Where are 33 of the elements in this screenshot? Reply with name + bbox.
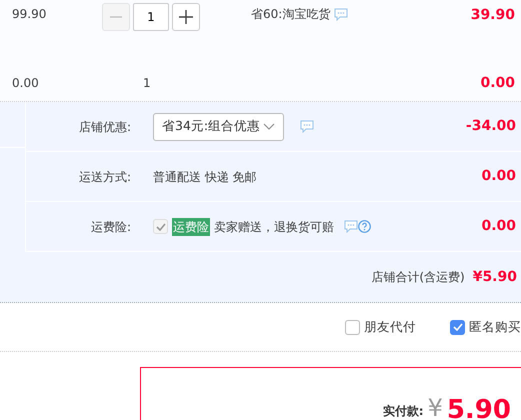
insurance-text: 卖家赠送，退换货可赔	[214, 218, 334, 236]
row-label: 运送方式:	[78, 168, 131, 186]
row-label: 店铺优惠:	[78, 118, 131, 136]
shipping-method: 普通配送 快递 免邮	[153, 168, 257, 186]
option-checkbox[interactable]: 匿名购买	[450, 318, 521, 336]
amount: -34.00	[466, 117, 517, 136]
discount-select[interactable]: 省34元:组合优惠	[153, 112, 284, 140]
unit-price: 99.90	[12, 6, 46, 23]
unit-price: 0.00	[12, 75, 39, 92]
check-icon	[156, 222, 166, 230]
total-label: 店铺合计(含运费)	[371, 269, 465, 286]
plus-button[interactable]	[172, 3, 200, 31]
quantity-field[interactable]: 1	[133, 3, 169, 31]
plus-icon	[179, 10, 193, 24]
help-icon[interactable]	[358, 220, 371, 233]
chevron-icon	[263, 123, 275, 130]
payment-label: 实付款:	[382, 403, 424, 420]
subtotal: 0.00	[480, 74, 515, 93]
chat-icon[interactable]	[300, 120, 314, 133]
total-value: ¥5.90	[472, 268, 517, 286]
option-checkbox[interactable]: 朋友代付	[345, 318, 416, 336]
payment-amount: 5.90	[446, 394, 511, 420]
amount: 0.00	[481, 167, 517, 186]
currency-symbol: ¥	[428, 393, 443, 420]
quantity: 1	[143, 75, 151, 92]
row-label: 运费险:	[90, 218, 131, 236]
promo-text: 省60:淘宝吃货	[251, 6, 330, 23]
chat-icon[interactable]	[334, 8, 348, 20]
check-icon	[452, 323, 462, 331]
amount: 0.00	[481, 217, 517, 236]
chat-icon[interactable]	[344, 220, 358, 233]
subtotal: 39.90	[470, 6, 515, 25]
insurance-tag: 运费险	[172, 218, 210, 236]
